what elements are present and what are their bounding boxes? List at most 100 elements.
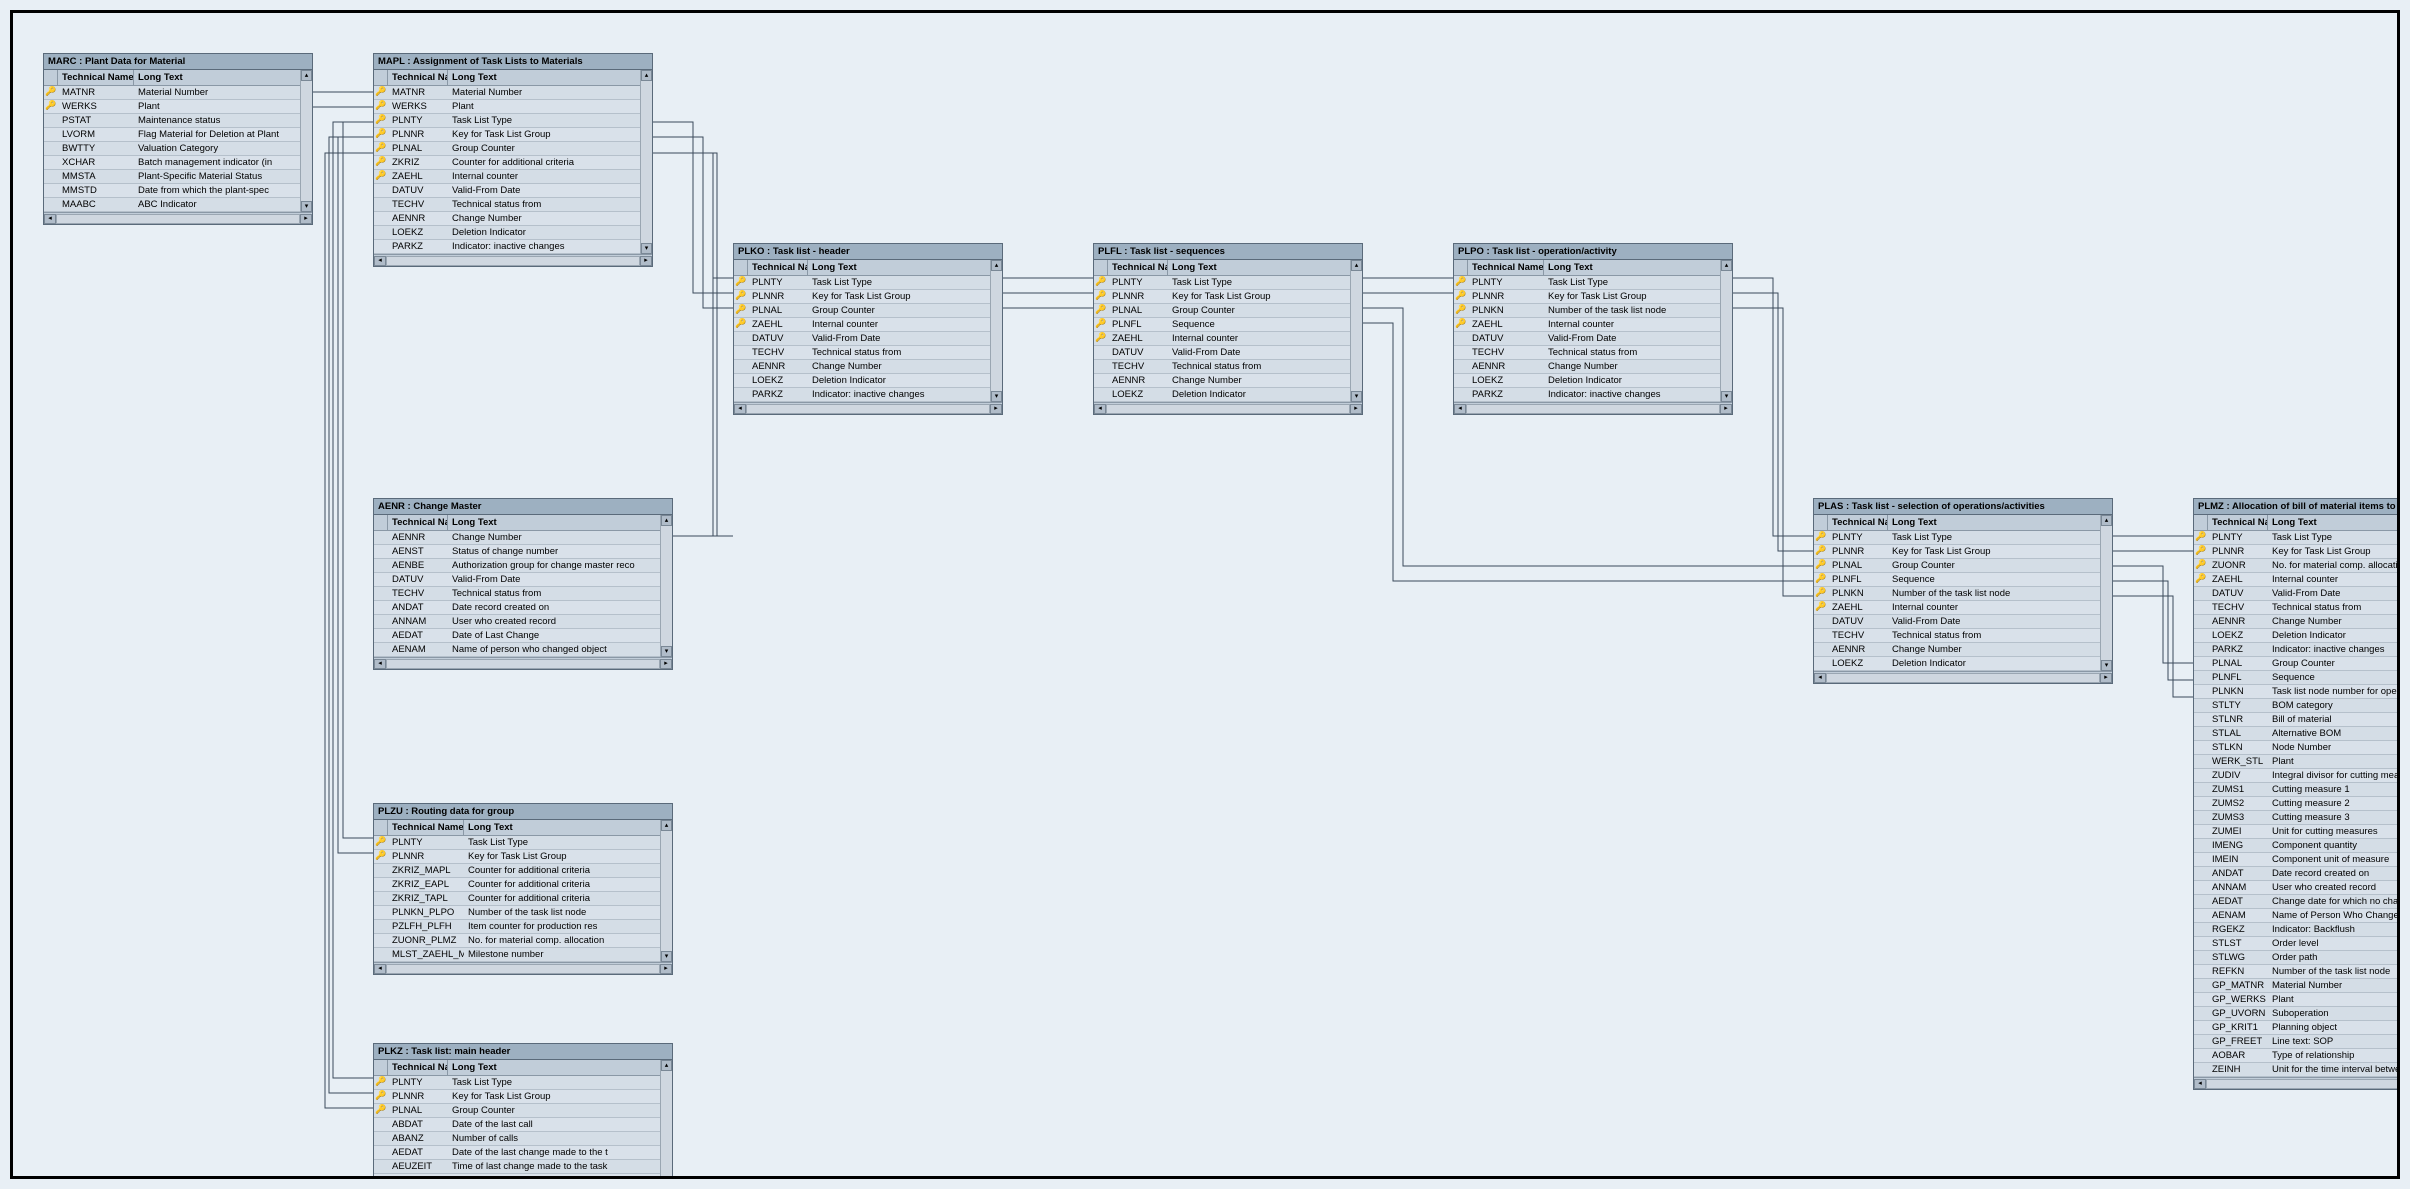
field-row[interactable]: ZKRIZ_MAPLCounter for additional criteri… (374, 864, 672, 878)
horizontal-scrollbar[interactable]: ◂▸ (2194, 1077, 2400, 1089)
entity-PLAS[interactable]: PLAS : Task list - selection of operatio… (1813, 498, 2113, 684)
field-row[interactable]: ZKRIZ_EAPLCounter for additional criteri… (374, 878, 672, 892)
field-row[interactable]: ZUONR_PLMZNo. for material comp. allocat… (374, 934, 672, 948)
field-row[interactable]: ABANZNumber of calls (374, 1132, 672, 1146)
horizontal-scrollbar[interactable]: ◂▸ (734, 402, 1002, 414)
field-row[interactable]: GP_WERKSPlant (2194, 993, 2400, 1007)
field-row[interactable]: DATUVValid-From Date (374, 573, 672, 587)
field-row[interactable]: ZUDIVIntegral divisor for cutting measur… (2194, 769, 2400, 783)
field-row[interactable]: AENNRChange Number (1814, 643, 2112, 657)
field-row[interactable]: DATUVValid-From Date (374, 184, 652, 198)
field-row[interactable]: 🔑PLNTYTask List Type (2194, 531, 2400, 545)
scroll-down-icon[interactable]: ▾ (641, 243, 652, 254)
field-row[interactable]: AENSTStatus of change number (374, 545, 672, 559)
scroll-up-icon[interactable]: ▴ (1721, 260, 1732, 271)
field-row[interactable]: 🔑ZAEHLInternal counter (1094, 332, 1362, 346)
field-row[interactable]: MMSTDDate from which the plant-spec (44, 184, 312, 198)
scroll-down-icon[interactable]: ▾ (1721, 391, 1732, 402)
field-row[interactable]: IMEINComponent unit of measure (2194, 853, 2400, 867)
field-row[interactable]: 🔑PLNFLSequence (1814, 573, 2112, 587)
field-row[interactable]: DATUVValid-From Date (1814, 615, 2112, 629)
scroll-left-icon[interactable]: ◂ (44, 214, 56, 224)
entity-AENR[interactable]: AENR : Change MasterTechnical NamLong Te… (373, 498, 673, 670)
field-row[interactable]: PARKZIndicator: inactive changes (2194, 643, 2400, 657)
field-row[interactable]: STLWGOrder path (2194, 951, 2400, 965)
field-row[interactable]: TECHVTechnical status from (374, 587, 672, 601)
field-row[interactable]: 🔑PLNTYTask List Type (374, 836, 672, 850)
field-row[interactable]: STLTYBOM category (2194, 699, 2400, 713)
field-row[interactable]: ZUMS1Cutting measure 1 (2194, 783, 2400, 797)
field-row[interactable]: 🔑PLNNRKey for Task List Group (1814, 545, 2112, 559)
field-row[interactable]: AENNRChange Number (1094, 374, 1362, 388)
field-row[interactable]: GP_FREETLine text: SOP (2194, 1035, 2400, 1049)
field-row[interactable]: AEUZEITTime of last change made to the t… (374, 1160, 672, 1174)
field-row[interactable]: GP_UVORNSuboperation (2194, 1007, 2400, 1021)
field-row[interactable]: DATUVValid-From Date (1094, 346, 1362, 360)
field-row[interactable]: AENNRChange Number (374, 212, 652, 226)
field-row[interactable]: AEDATDate of Last Change (374, 629, 672, 643)
entity-PLKZ[interactable]: PLKZ : Task list: main headerTechnical N… (373, 1043, 673, 1179)
vertical-scrollbar[interactable]: ▴▾ (1350, 260, 1362, 402)
field-row[interactable]: LOEKZDeletion Indicator (1454, 374, 1732, 388)
vertical-scrollbar[interactable]: ▴▾ (990, 260, 1002, 402)
field-row[interactable]: AENNRChange Number (2194, 615, 2400, 629)
scroll-left-icon[interactable]: ◂ (374, 659, 386, 669)
field-row[interactable]: ANDATDate record created on (2194, 867, 2400, 881)
scroll-left-icon[interactable]: ◂ (374, 964, 386, 974)
scroll-right-icon[interactable]: ▸ (640, 256, 652, 266)
field-row[interactable]: 🔑ZUONRNo. for material comp. allocation … (2194, 559, 2400, 573)
field-row[interactable]: 🔑PLNKNNumber of the task list node (1454, 304, 1732, 318)
scroll-left-icon[interactable]: ◂ (1454, 404, 1466, 414)
field-row[interactable]: AENNRChange Number (1454, 360, 1732, 374)
scroll-up-icon[interactable]: ▴ (661, 1060, 672, 1071)
field-row[interactable]: AEDATChange date for which no change re (2194, 895, 2400, 909)
horizontal-scrollbar[interactable]: ◂▸ (1094, 402, 1362, 414)
vertical-scrollbar[interactable]: ▴▾ (660, 1060, 672, 1179)
field-row[interactable]: 🔑ZAEHLInternal counter (1814, 601, 2112, 615)
field-row[interactable]: 🔑PLNTYTask List Type (374, 1076, 672, 1090)
scroll-up-icon[interactable]: ▴ (991, 260, 1002, 271)
vertical-scrollbar[interactable]: ▴▾ (660, 820, 672, 962)
vertical-scrollbar[interactable]: ▴▾ (640, 70, 652, 254)
field-row[interactable]: STLNRBill of material (2194, 713, 2400, 727)
scroll-left-icon[interactable]: ◂ (374, 256, 386, 266)
field-row[interactable]: AENAMName of person who changed object (374, 643, 672, 657)
field-row[interactable]: BWTTYValuation Category (44, 142, 312, 156)
field-row[interactable]: 🔑PLNNRKey for Task List Group (2194, 545, 2400, 559)
scroll-left-icon[interactable]: ◂ (734, 404, 746, 414)
field-row[interactable]: LVORMFlag Material for Deletion at Plant (44, 128, 312, 142)
field-row[interactable]: DATUVValid-From Date (734, 332, 1002, 346)
field-row[interactable]: PLNALGroup Counter (2194, 657, 2400, 671)
field-row[interactable]: 🔑PLNALGroup Counter (734, 304, 1002, 318)
vertical-scrollbar[interactable]: ▴▾ (300, 70, 312, 212)
field-row[interactable]: ZEINHUnit for the time interval between … (2194, 1063, 2400, 1077)
field-row[interactable]: TECHVTechnical status from (1094, 360, 1362, 374)
field-row[interactable]: TECHVTechnical status from (734, 346, 1002, 360)
scroll-up-icon[interactable]: ▴ (641, 70, 652, 81)
field-row[interactable]: REFKNNumber of the task list node (2194, 965, 2400, 979)
field-row[interactable]: ZUMS3Cutting measure 3 (2194, 811, 2400, 825)
field-row[interactable]: 🔑PLNTYTask List Type (1094, 276, 1362, 290)
field-row[interactable]: STLSTOrder level (2194, 937, 2400, 951)
field-row[interactable]: 🔑PLNTYTask List Type (1814, 531, 2112, 545)
field-row[interactable]: 🔑ZAEHLInternal counter (374, 170, 652, 184)
entity-PLFL[interactable]: PLFL : Task list - sequencesTechnical Na… (1093, 243, 1363, 415)
scroll-down-icon[interactable]: ▾ (2101, 660, 2112, 671)
scroll-up-icon[interactable]: ▴ (661, 820, 672, 831)
field-row[interactable]: AEDATDate of the last change made to the… (374, 1146, 672, 1160)
field-row[interactable]: GP_KRIT1Planning object (2194, 1021, 2400, 1035)
field-row[interactable]: ZUMS2Cutting measure 2 (2194, 797, 2400, 811)
field-row[interactable]: DATUVValid-From Date (1454, 332, 1732, 346)
entity-PLMZ[interactable]: PLMZ : Allocation of bill of material it… (2193, 498, 2400, 1090)
field-row[interactable]: PLNKN_PLPONumber of the task list node (374, 906, 672, 920)
field-row[interactable]: PLNKNTask list node number for operation (2194, 685, 2400, 699)
scroll-up-icon[interactable]: ▴ (1351, 260, 1362, 271)
field-row[interactable]: AENAMName of Person Who Changed Obje (2194, 909, 2400, 923)
field-row[interactable]: AENBEAuthorization group for change mast… (374, 559, 672, 573)
scroll-up-icon[interactable]: ▴ (2101, 515, 2112, 526)
field-row[interactable]: XCHARBatch management indicator (in (44, 156, 312, 170)
field-row[interactable]: MMSTAPlant-Specific Material Status (44, 170, 312, 184)
field-row[interactable]: 🔑PLNTYTask List Type (374, 114, 652, 128)
vertical-scrollbar[interactable]: ▴▾ (660, 515, 672, 657)
scroll-down-icon[interactable]: ▾ (1351, 391, 1362, 402)
